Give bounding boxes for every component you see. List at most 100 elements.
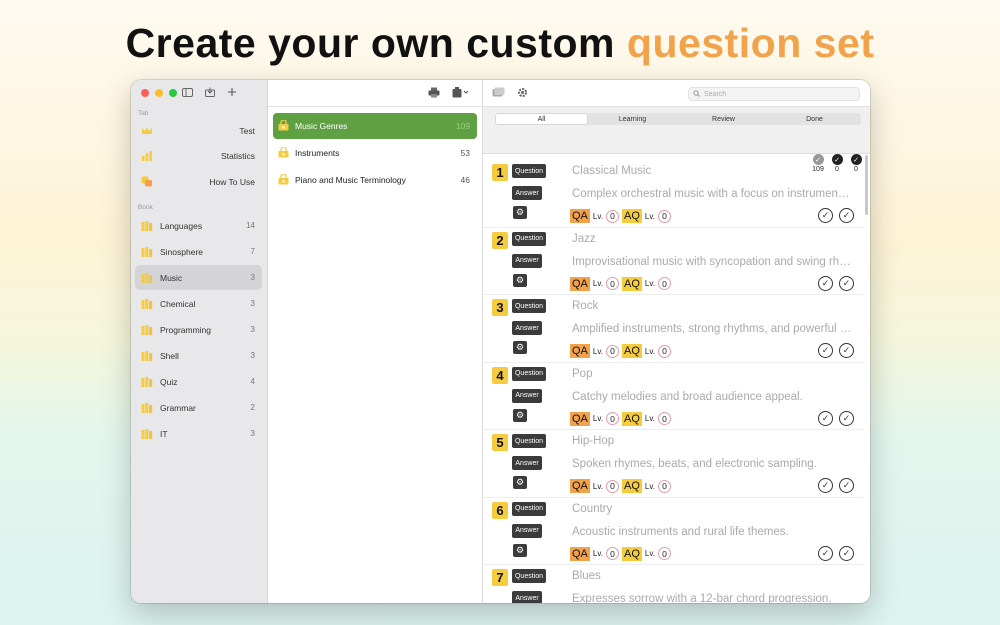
qa-done-check-icon[interactable]: ✓ — [818, 410, 833, 426]
card-row[interactable]: 2 Question Answer ⚙ Jazz Improvisational musi… — [483, 228, 863, 295]
sidebar-item-book[interactable]: Music 3 — [135, 265, 262, 290]
card-settings-button[interactable]: ⚙ — [513, 543, 527, 557]
card-row[interactable]: 1 Question Answer ⚙ Classical Music Complex o… — [483, 160, 863, 228]
sidebar-item-test[interactable]: Test — [135, 118, 262, 143]
question-set-item[interactable]: Instruments 53 — [273, 140, 477, 166]
gear-icon: ⚙ — [515, 409, 525, 420]
sidebar: Tab Test Statistics How To Use Book Lang… — [131, 80, 268, 603]
level-label: Lv. — [592, 549, 603, 558]
answer-text[interactable]: Expresses sorrow with a 12-bar chord pro… — [572, 593, 852, 603]
question-text[interactable]: Blues — [572, 570, 601, 582]
book-section-label: Book — [138, 204, 153, 211]
sidebar-item-book[interactable]: Grammar 2 — [135, 395, 262, 420]
tab-review[interactable]: Review — [678, 114, 769, 124]
sidebar-item-book[interactable]: Languages 14 — [135, 213, 262, 238]
level-label: Lv. — [592, 211, 603, 221]
aq-done-check-icon[interactable]: ✓ — [839, 478, 854, 493]
sidebar-item-statistics[interactable]: Statistics — [135, 143, 262, 168]
minimize-window-button[interactable] — [155, 89, 163, 97]
sidebar-item-how-to-use[interactable]: How To Use — [135, 169, 262, 194]
book-count: 3 — [250, 273, 255, 282]
aq-done-check-icon[interactable]: ✓ — [839, 410, 854, 426]
qa-done-check-icon[interactable]: ✓ — [818, 478, 833, 493]
question-text[interactable]: Jazz — [572, 233, 596, 245]
aq-done-check-icon[interactable]: ✓ — [839, 275, 854, 291]
card-status: ✓ ✓ — [818, 545, 854, 561]
answer-text[interactable]: Catchy melodies and broad audience appea… — [572, 391, 852, 403]
import-icon[interactable] — [203, 85, 216, 99]
qa-done-check-icon[interactable]: ✓ — [818, 545, 833, 561]
sidebar-item-label: Chemical — [160, 298, 196, 309]
card-number: 5 — [492, 434, 508, 451]
sidebar-item-book[interactable]: Quiz 4 — [135, 369, 262, 394]
book-icon — [140, 323, 154, 337]
export-menu-icon[interactable] — [452, 87, 470, 101]
cards-icon[interactable] — [492, 87, 505, 101]
card-settings-button[interactable]: ⚙ — [513, 476, 527, 489]
aq-badge: AQ — [621, 276, 642, 291]
question-set-item[interactable]: Piano and Music Terminology 46 — [273, 167, 477, 193]
qa-done-check-icon[interactable]: ✓ — [818, 208, 833, 223]
sidebar-item-book[interactable]: Programming 3 — [135, 317, 262, 342]
card-panel: Search All Learning Review Done ✓ 109 ✓ … — [483, 80, 870, 603]
filter-bar: All Learning Review Done ✓ 109 ✓ 0 ✓ 0 — [483, 107, 870, 173]
scrollbar[interactable] — [865, 155, 868, 215]
headline-main: Create your own custom — [125, 20, 616, 66]
card-settings-button[interactable]: ⚙ — [513, 341, 527, 354]
sidebar-toggle-icon[interactable] — [181, 85, 194, 99]
answer-text[interactable]: Improvisational music with syncopation a… — [572, 256, 852, 268]
card-row[interactable]: 6 Question Answer ⚙ Country Acoustic instrume… — [483, 498, 863, 565]
add-icon[interactable] — [225, 85, 238, 99]
sidebar-item-book[interactable]: IT 3 — [135, 421, 262, 446]
question-text[interactable]: Country — [572, 503, 612, 515]
card-row[interactable]: 3 Question Answer ⚙ Rock Amplified instrument… — [483, 295, 863, 363]
qa-done-check-icon[interactable]: ✓ — [818, 343, 833, 358]
question-text[interactable]: Rock — [572, 300, 598, 312]
question-set-item[interactable]: Music Genres 109 — [273, 113, 477, 139]
card-number: 6 — [492, 501, 508, 519]
answer-text[interactable]: Acoustic instruments and rural life them… — [572, 526, 852, 538]
card-settings-button[interactable]: ⚙ — [513, 408, 527, 422]
gear-icon[interactable] — [517, 87, 528, 101]
tab-done[interactable]: Done — [769, 114, 860, 124]
aq-level: 0 — [657, 412, 671, 425]
answer-tag: Answer — [512, 591, 542, 603]
aq-level: 0 — [657, 277, 671, 290]
gear-icon: ⚙ — [515, 274, 525, 285]
book-icon — [140, 349, 154, 363]
zoom-window-button[interactable] — [169, 89, 177, 97]
question-tag: Question — [512, 231, 546, 246]
help-icon — [140, 175, 154, 189]
answer-tag: Answer — [512, 523, 542, 538]
answer-text[interactable]: Spoken rhymes, beats, and electronic sam… — [572, 458, 852, 470]
question-text[interactable]: Pop — [572, 368, 592, 380]
gear-icon: ⚙ — [515, 544, 525, 555]
qa-done-check-icon[interactable]: ✓ — [818, 275, 833, 291]
aq-done-check-icon[interactable]: ✓ — [839, 545, 854, 561]
card-status: ✓ ✓ — [818, 410, 854, 426]
headline: Create your own custom question set — [0, 20, 1000, 67]
sidebar-item-book[interactable]: Chemical 3 — [135, 291, 262, 316]
question-text[interactable]: Hip-Hop — [572, 435, 614, 447]
card-row[interactable]: 4 Question Answer ⚙ Pop Catchy melodies and b… — [483, 363, 863, 430]
aq-badge: AQ — [621, 344, 642, 358]
tab-learning[interactable]: Learning — [587, 114, 678, 124]
qa-badge: QA — [570, 209, 590, 223]
card-row[interactable]: 7QuestionAnswer⚙BluesExpresses sorrow wi… — [483, 565, 863, 603]
answer-text[interactable]: Complex orchestral music with a focus on… — [572, 188, 852, 200]
aq-done-check-icon[interactable]: ✓ — [839, 208, 854, 223]
close-window-button[interactable] — [141, 89, 149, 97]
sidebar-item-book[interactable]: Shell 3 — [135, 343, 262, 368]
bar-chart-icon — [140, 149, 154, 163]
sidebar-item-label: Test — [239, 125, 255, 136]
print-icon[interactable] — [428, 87, 440, 101]
card-row[interactable]: 5 Question Answer ⚙ Hip-Hop Spoken rhymes, be… — [483, 430, 863, 498]
sidebar-item-book[interactable]: Sinosphere 7 — [135, 239, 262, 264]
question-text[interactable]: Classical Music — [572, 165, 651, 177]
answer-text[interactable]: Amplified instruments, strong rhythms, a… — [572, 323, 852, 335]
aq-done-check-icon[interactable]: ✓ — [839, 343, 854, 358]
card-settings-button[interactable]: ⚙ — [513, 206, 527, 219]
search-input[interactable]: Search — [688, 87, 860, 101]
card-settings-button[interactable]: ⚙ — [513, 273, 527, 287]
tab-all[interactable]: All — [496, 114, 587, 124]
